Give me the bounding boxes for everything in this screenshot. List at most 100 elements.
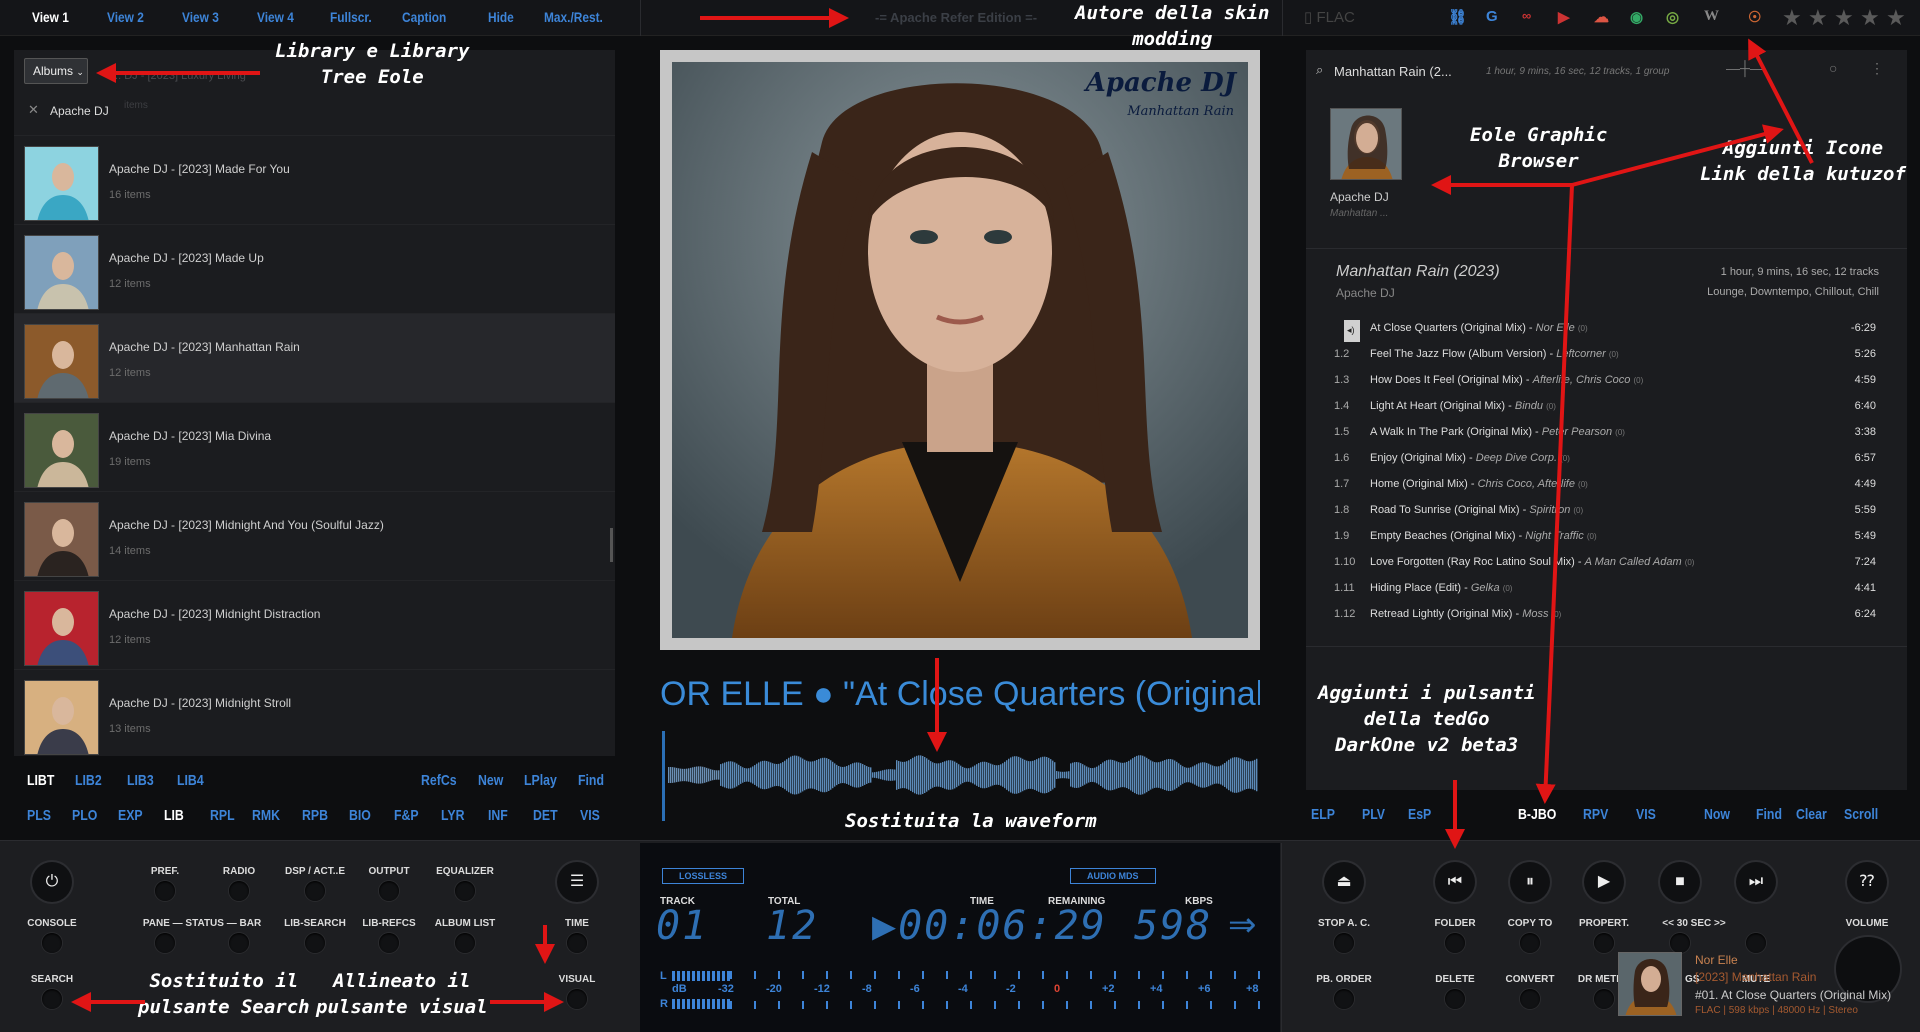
max-restore-button[interactable]: Max./Rest. [544,9,603,25]
filter-slider-icon[interactable]: —┼— [1726,60,1764,76]
play-button[interactable]: ▶ [1584,862,1624,902]
search-button[interactable] [42,989,62,1009]
album-row[interactable]: Apache DJ - [2023] Midnight And You (Sou… [14,491,615,580]
nav-lib[interactable]: LIB [164,807,184,824]
time-button[interactable] [567,933,587,953]
visual-button[interactable] [567,989,587,1009]
view-1-button[interactable]: View 1 [32,9,69,25]
album-row[interactable]: Apache DJ - [2023] Midnight Distraction 1… [14,580,615,669]
nav-elp[interactable]: ELP [1311,806,1335,823]
album-row[interactable]: Apache DJ - [2023] Manhattan Rain 12 item… [14,313,615,402]
seek-back-button[interactable] [1670,933,1690,953]
view-select[interactable]: Albums ⌄ [24,58,88,84]
nav-pls[interactable]: PLS [27,807,51,824]
album-row[interactable]: Apache DJ - [2023] Mia Divina 19 items [14,402,615,491]
nav-lplay[interactable]: LPlay [524,772,557,789]
nav-rpb[interactable]: RPB [302,807,328,824]
pref-button[interactable] [155,881,175,901]
console-button[interactable] [42,933,62,953]
nav-fp[interactable]: F&P [394,807,419,824]
previous-button[interactable]: ⏮ [1435,862,1475,902]
caption-button[interactable]: Caption [402,9,446,25]
nav-vis[interactable]: VIS [1636,806,1656,823]
album-row[interactable]: Apache DJ - [2023] Made For You 16 items [14,135,615,224]
nav-now[interactable]: Now [1704,806,1730,823]
track-row[interactable]: 1.12 Retread Lightly (Original Mix) - Mos… [1326,602,1886,628]
nav-bio[interactable]: BIO [349,807,371,824]
help-button[interactable]: ⁇ [1847,862,1887,902]
podcast-icon[interactable]: ☉ [1748,8,1761,26]
menu-button[interactable]: ☰ [557,862,597,902]
link-icon[interactable]: ⛓ [1448,8,1467,26]
nav-find[interactable]: Find [578,772,604,789]
nav-rmk[interactable]: RMK [252,807,280,824]
delete-button[interactable] [1445,989,1465,1009]
library-search-input[interactable]: Apache DJ [50,104,109,118]
playback-order-button[interactable] [1334,989,1354,1009]
nav-rpl[interactable]: RPL [210,807,235,824]
stop-button[interactable]: ■ [1660,862,1700,902]
nav-exp[interactable]: EXP [118,807,143,824]
dr-meter-button[interactable] [1594,989,1614,1009]
album-row[interactable]: Apache DJ - [2023] Made Up 12 items [14,224,615,313]
track-row[interactable]: 1.8 Road To Sunrise (Original Mix) - Spir… [1326,498,1886,524]
copy-to-button[interactable] [1520,933,1540,953]
nav-lib4[interactable]: LIB4 [177,772,204,789]
soundcloud-icon[interactable]: ☁ [1594,8,1609,26]
track-row[interactable]: 1.11 Hiding Place (Edit) - Gelka (0) 4:41 [1326,576,1886,602]
rating-star-icon[interactable]: ★ [1886,5,1906,31]
album-list-button[interactable] [455,933,475,953]
seek-forward-button[interactable] [1746,933,1766,953]
nav-esp[interactable]: EsP [1408,806,1431,823]
track-row[interactable]: 1.2 Feel The Jazz Flow (Album Version) - … [1326,342,1886,368]
pane-button[interactable] [155,933,175,953]
dsp-button[interactable] [305,881,325,901]
view-4-button[interactable]: View 4 [257,9,294,25]
nav-det[interactable]: DET [533,807,558,824]
stop-after-current-button[interactable] [1334,933,1354,953]
output-button[interactable] [379,881,399,901]
nav-find[interactable]: Find [1756,806,1782,823]
nav-refcs[interactable]: RefCs [421,772,457,789]
track-row[interactable]: 1.3 How Does It Feel (Original Mix) - Aft… [1326,368,1886,394]
mini-cover[interactable] [1618,952,1682,1016]
lib-refcs-button[interactable] [379,933,399,953]
nav-inf[interactable]: INF [488,807,508,824]
track-row[interactable]: 1.10 Love Forgotten (Ray Roc Latino Soul … [1326,550,1886,576]
track-row[interactable]: 1.4 Light At Heart (Original Mix) - Bindu… [1326,394,1886,420]
nav-lib3[interactable]: LIB3 [127,772,154,789]
nav-new[interactable]: New [478,772,503,789]
lastfm-icon[interactable]: ∞ [1522,8,1531,23]
track-row[interactable]: 1.6 Enjoy (Original Mix) - Deep Dive Corp… [1326,446,1886,472]
next-button[interactable]: ⏭ [1736,862,1776,902]
convert-button[interactable] [1520,989,1540,1009]
wikipedia-icon[interactable]: W [1704,8,1719,25]
equalizer-button[interactable] [455,881,475,901]
nav-plv[interactable]: PLV [1362,806,1385,823]
nav-vis[interactable]: VIS [580,807,600,824]
folder-button[interactable] [1445,933,1465,953]
track-row[interactable]: 1.9 Empty Beaches (Original Mix) - Night … [1326,524,1886,550]
hide-button[interactable]: Hide [488,9,514,25]
scrollbar[interactable] [610,528,613,562]
view-2-button[interactable]: View 2 [107,9,144,25]
status-bar-button[interactable] [229,933,249,953]
nav-b-jbo[interactable]: B-JBO [1518,806,1556,823]
nav-lyr[interactable]: LYR [441,807,464,824]
nav-clear[interactable]: Clear [1796,806,1827,823]
properties-button[interactable] [1594,933,1614,953]
rating-star-icon[interactable]: ★ [1834,5,1854,31]
search-icon[interactable]: ⌕ [1316,62,1323,78]
lib-search-button[interactable] [305,933,325,953]
circle-icon[interactable]: ○ [1829,60,1837,76]
nav-scroll[interactable]: Scroll [1844,806,1878,823]
album-row[interactable]: Apache DJ - [2023] Midnight Stroll 13 ite… [14,669,615,758]
rating-star-icon[interactable]: ★ [1808,5,1828,31]
google-icon[interactable]: G [1486,8,1498,25]
track-row[interactable]: ◂) At Close Quarters (Original Mix) - Nor… [1326,316,1886,342]
nav-rpv[interactable]: RPV [1583,806,1608,823]
eject-button[interactable]: ⏏ [1324,862,1364,902]
spotify-icon[interactable]: ◉ [1630,8,1643,26]
close-icon[interactable]: ✕ [28,102,39,118]
track-row[interactable]: 1.7 Home (Original Mix) - Chris Coco, Aft… [1326,472,1886,498]
